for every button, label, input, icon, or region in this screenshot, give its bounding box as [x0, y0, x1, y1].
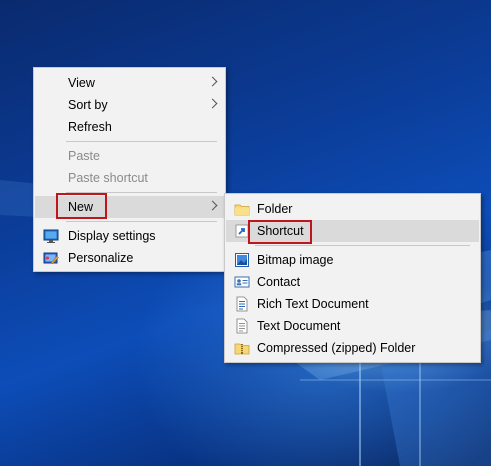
menu-item-new[interactable]: New	[35, 196, 224, 218]
monitor-icon	[43, 229, 59, 243]
submenu-item-label: Bitmap image	[257, 253, 334, 267]
chevron-right-icon	[207, 76, 218, 87]
menu-item-label: Paste shortcut	[68, 171, 148, 185]
menu-item-label: Personalize	[68, 251, 134, 265]
text-document-icon	[236, 318, 248, 334]
submenu-item-label: Compressed (zipped) Folder	[257, 341, 416, 355]
submenu-item-bitmap-image[interactable]: Bitmap image	[226, 249, 479, 271]
contact-icon	[234, 276, 250, 288]
chevron-right-icon	[207, 200, 218, 211]
menu-item-label: View	[68, 76, 95, 90]
menu-item-label: New	[68, 200, 94, 214]
submenu-item-rich-text-document[interactable]: Rich Text Document	[226, 293, 479, 315]
submenu-item-label: Folder	[257, 202, 293, 216]
submenu-item-compressed-folder[interactable]: Compressed (zipped) Folder	[226, 337, 479, 359]
folder-icon	[234, 204, 250, 216]
menu-item-sort-by[interactable]: Sort by	[35, 94, 224, 116]
menu-item-view[interactable]: View	[35, 72, 224, 94]
rich-text-document-icon	[236, 296, 248, 312]
menu-item-label: Refresh	[68, 120, 112, 134]
menu-item-display-settings[interactable]: Display settings	[35, 225, 224, 247]
menu-item-paste-shortcut[interactable]: Paste shortcut	[35, 167, 224, 189]
new-submenu: Folder Shortcut Bitmap image Contact Ric…	[224, 193, 481, 363]
menu-separator	[66, 141, 217, 142]
menu-item-paste[interactable]: Paste	[35, 145, 224, 167]
menu-item-label: Paste	[68, 149, 100, 163]
submenu-item-label: Contact	[257, 275, 301, 289]
chevron-right-icon	[207, 98, 218, 109]
submenu-item-contact[interactable]: Contact	[226, 271, 479, 293]
submenu-item-label: Rich Text Document	[257, 297, 369, 311]
submenu-item-label: Shortcut	[257, 224, 304, 238]
menu-separator	[66, 221, 217, 222]
submenu-item-shortcut[interactable]: Shortcut	[226, 220, 479, 242]
submenu-item-folder[interactable]: Folder	[226, 198, 479, 220]
submenu-item-text-document[interactable]: Text Document	[226, 315, 479, 337]
bitmap-image-icon	[235, 253, 249, 267]
zip-folder-icon	[234, 343, 250, 355]
personalize-icon	[43, 252, 59, 265]
menu-item-label: Sort by	[68, 98, 108, 112]
shortcut-icon	[235, 224, 249, 238]
menu-item-refresh[interactable]: Refresh	[35, 116, 224, 138]
menu-separator	[66, 192, 217, 193]
menu-separator	[255, 245, 470, 246]
desktop-context-menu: View Sort by Refresh Paste Paste shortcu…	[33, 67, 226, 272]
submenu-item-label: Text Document	[257, 319, 341, 333]
menu-item-personalize[interactable]: Personalize	[35, 247, 224, 269]
menu-item-label: Display settings	[68, 229, 156, 243]
